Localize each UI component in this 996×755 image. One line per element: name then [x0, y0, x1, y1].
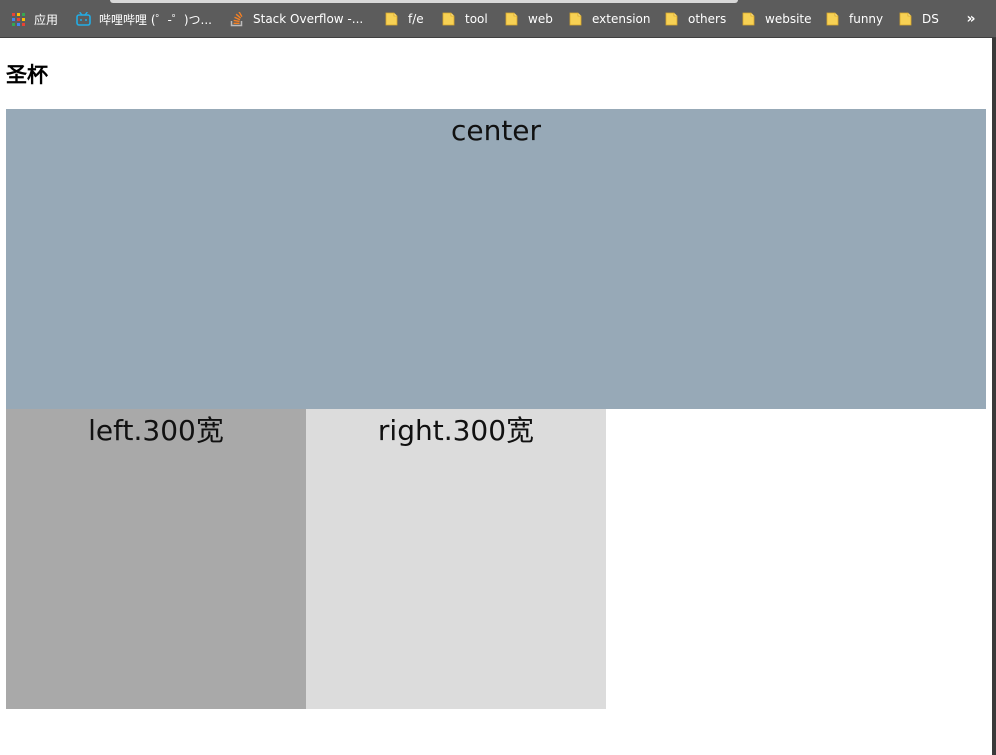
bookmark-folder-label: others: [688, 12, 727, 26]
bookmark-folder-extension[interactable]: extension: [569, 9, 651, 29]
left-column-label: left.300宽: [88, 414, 224, 447]
right-column: right.300宽: [306, 409, 606, 709]
page-title: 圣杯: [6, 63, 48, 87]
browser-window: 应用 哔哩哔哩 (゜-゜)つ... Stack Overflow -... f/…: [0, 0, 996, 755]
folder-icon: [665, 12, 679, 26]
bookmark-folder-label: website: [765, 12, 812, 26]
bookmark-folder-label: tool: [465, 12, 488, 26]
bookmark-folder-ds[interactable]: DS: [899, 9, 939, 29]
folder-icon: [505, 12, 519, 26]
apps-grid-icon: [12, 13, 25, 26]
folder-icon: [742, 12, 756, 26]
bilibili-tv-icon: [76, 12, 91, 26]
left-column: left.300宽: [6, 409, 306, 709]
folder-icon: [385, 12, 399, 26]
folder-icon: [442, 12, 456, 26]
bookmark-folder-others[interactable]: others: [665, 9, 726, 29]
bookmark-stackoverflow-label: Stack Overflow -...: [253, 12, 364, 26]
folder-icon: [569, 12, 583, 26]
center-column: center: [6, 109, 986, 409]
bookmark-folder-tool[interactable]: tool: [442, 9, 488, 29]
bookmark-bilibili[interactable]: 哔哩哔哩 (゜-゜)つ...: [76, 9, 212, 29]
bookmark-bilibili-label: 哔哩哔哩 (゜-゜)つ...: [99, 12, 212, 27]
bookmark-apps[interactable]: 应用: [12, 9, 58, 29]
bookmark-folder-label: f/e: [408, 12, 424, 26]
bookmark-folder-label: web: [528, 12, 553, 26]
bookmark-folder-label: extension: [592, 12, 651, 26]
bookmark-folder-web[interactable]: web: [505, 9, 553, 29]
window-edge: [992, 38, 996, 755]
more-bookmarks-chevron-icon[interactable]: »: [964, 9, 978, 29]
stackoverflow-icon: [230, 12, 244, 27]
tab-strip-edge: [110, 0, 738, 3]
right-column-label: right.300宽: [377, 414, 535, 447]
folder-icon: [826, 12, 840, 26]
bookmark-folder-website[interactable]: website: [742, 9, 812, 29]
bookmark-folder-funny[interactable]: funny: [826, 9, 883, 29]
bookmark-folder-label: funny: [849, 12, 884, 26]
page-content: 圣杯 center left.300宽 right.300宽: [0, 38, 992, 755]
bookmarks-bar: 应用 哔哩哔哩 (゜-゜)つ... Stack Overflow -... f/…: [0, 0, 996, 38]
folder-icon: [899, 12, 913, 26]
bookmark-stackoverflow[interactable]: Stack Overflow -...: [230, 9, 363, 29]
bookmark-apps-label: 应用: [34, 12, 59, 27]
center-column-label: center: [450, 114, 542, 147]
bookmark-folder-fe[interactable]: f/e: [385, 9, 424, 29]
bookmark-folder-label: DS: [922, 12, 939, 26]
